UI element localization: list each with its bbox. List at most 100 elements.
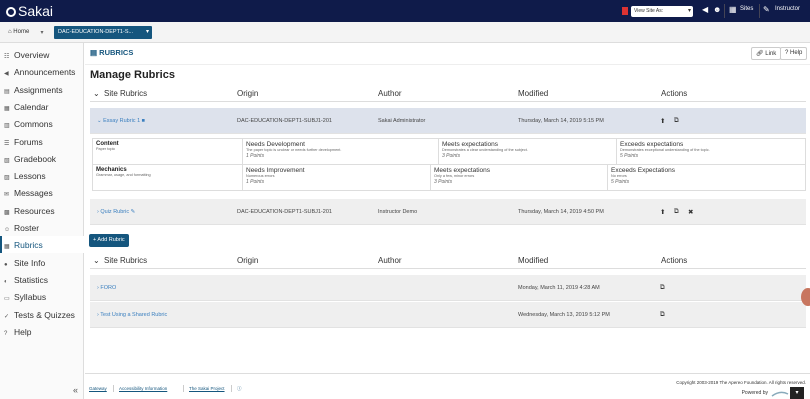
copy-icon[interactable]: ⧉ bbox=[674, 117, 679, 125]
delete-icon[interactable]: ✖ bbox=[688, 208, 693, 216]
sidebar-item-resources[interactable]: ▩ Resources bbox=[0, 202, 84, 219]
col-name: Site Rubrics bbox=[104, 89, 148, 98]
site-rubrics-header: ⌄ Site Rubrics Origin Author Modified Ac… bbox=[90, 86, 806, 102]
sidebar-item-overview[interactable]: ☷ Overview bbox=[0, 46, 84, 63]
sidebar-item-label: Tests & Quizzes bbox=[14, 309, 75, 320]
sidebar-item-commons[interactable]: ▥ Commons bbox=[0, 115, 84, 132]
sidebar-item-assignments[interactable]: ▤ Assignments bbox=[0, 81, 84, 98]
notifications-icon[interactable]: ☻ bbox=[713, 5, 721, 14]
criterion-row: Content Paper topic Needs Development The … bbox=[92, 138, 806, 165]
sidebar-item-label: Lessons bbox=[14, 171, 46, 182]
sidebar-item-label: Syllabus bbox=[14, 292, 47, 303]
add-rubric-button[interactable]: + Add Rubric bbox=[89, 234, 129, 247]
sidebar-item-label: Resources bbox=[14, 205, 55, 216]
sites-button[interactable]: Sites bbox=[740, 6, 753, 12]
syllabus-icon: ▭ bbox=[4, 296, 10, 303]
gradebook-icon: ▧ bbox=[4, 157, 10, 164]
scroll-top-icon[interactable]: ▾ bbox=[790, 387, 804, 399]
rubric-row[interactable]: › Quiz Rubric ✎ DAC-EDUCATION-DEPT1-SUBJ… bbox=[90, 199, 806, 225]
shared-rubrics-header: ⌄ Site Rubrics Origin Author Modified Ac… bbox=[90, 253, 806, 269]
rating-title: Needs Development bbox=[246, 141, 305, 148]
home-button[interactable]: ⌂ Home bbox=[4, 26, 33, 39]
link-button[interactable]: 🔗︎ Link bbox=[751, 47, 782, 60]
copy-icon[interactable]: ⧉ bbox=[660, 284, 665, 292]
sidebar-item-roster[interactable]: ☺ Roster bbox=[0, 219, 84, 236]
edit-icon[interactable]: ✎ bbox=[129, 209, 136, 215]
sidebar-item-site-info[interactable]: ● Site Info bbox=[0, 254, 84, 271]
rubric-toggle[interactable]: › Test Using a Shared Rubric bbox=[97, 312, 167, 318]
divider bbox=[724, 4, 725, 18]
rubric-toggle[interactable]: ⌄ Essay Rubric 1 ■ bbox=[97, 118, 145, 124]
sidebar-item-statistics[interactable]: ◐ Statistics bbox=[0, 271, 84, 288]
resources-icon: ▩ bbox=[4, 209, 10, 216]
rating-points: 5 Points bbox=[620, 153, 639, 159]
rating-cell: Exceeds Expectations No errors 5 Points bbox=[608, 165, 807, 190]
chevron-down-icon[interactable]: ⌄ bbox=[93, 89, 100, 98]
footer-link-sakai-project[interactable]: The Sakai Project bbox=[189, 386, 225, 391]
sidebar-item-help[interactable]: ? Help bbox=[0, 323, 84, 340]
sidebar-item-messages[interactable]: ✉ Messages bbox=[0, 184, 84, 201]
help-button[interactable]: ? Help bbox=[780, 47, 808, 60]
forums-icon: ☰ bbox=[4, 140, 10, 147]
floating-chat-button[interactable] bbox=[801, 288, 810, 306]
sidebar-item-calendar[interactable]: ▦ Calendar bbox=[0, 98, 84, 115]
copy-icon[interactable]: ⧉ bbox=[660, 311, 665, 319]
tests-icon: ✓ bbox=[4, 313, 10, 320]
chevron-down-icon[interactable]: ⌄ bbox=[93, 256, 100, 265]
footer-link-gateway[interactable]: Gateway bbox=[89, 386, 107, 391]
sidebar-item-lessons[interactable]: ▨ Lessons bbox=[0, 167, 84, 184]
sites-grid-icon[interactable]: ▦ bbox=[729, 5, 737, 14]
link-icon: 🔗︎ bbox=[756, 51, 766, 57]
rubric-origin: DAC-EDUCATION-DEPT1-SUBJ1-201 bbox=[237, 118, 332, 124]
rubric-toggle[interactable]: › FORO bbox=[97, 285, 116, 291]
rubric-row[interactable]: ⌄ Essay Rubric 1 ■ DAC-EDUCATION-DEPT1-S… bbox=[90, 108, 806, 134]
sidebar-item-label: Assignments bbox=[14, 84, 63, 95]
shared-rubric-row[interactable]: › Test Using a Shared Rubric Wednesday, … bbox=[90, 302, 806, 328]
rating-title: Needs Improvement bbox=[246, 167, 305, 174]
rubric-toggle[interactable]: › Quiz Rubric ✎ bbox=[97, 209, 135, 215]
info-icon[interactable]: ⓘ bbox=[237, 386, 242, 392]
site-navigation-bar: ⌂ Home ▾ DAC-EDUCATION-DEPT1-S... bbox=[0, 22, 810, 43]
copy-icon[interactable]: ⧉ bbox=[674, 208, 679, 216]
sidebar-item-forums[interactable]: ☰ Forums bbox=[0, 133, 84, 150]
footer: Gateway Accessibility Information The Sa… bbox=[85, 373, 810, 399]
sidebar-item-label: Commons bbox=[14, 119, 53, 130]
bullhorn-icon[interactable]: ◀ bbox=[702, 5, 708, 14]
rubric-name: Essay Rubric 1 bbox=[103, 118, 141, 124]
messages-icon: ✉ bbox=[4, 192, 10, 199]
current-site-tab[interactable]: DAC-EDUCATION-DEPT1-S... bbox=[54, 26, 152, 39]
collapse-sidebar-button[interactable]: « bbox=[73, 385, 78, 395]
rubrics-icon: ▦ bbox=[4, 244, 10, 251]
sidebar-item-rubrics[interactable]: ▦ Rubrics bbox=[0, 236, 84, 254]
sidebar-item-tests-quizzes[interactable]: ✓ Tests & Quizzes bbox=[0, 306, 84, 323]
rating-points: 3 Points bbox=[442, 153, 461, 159]
share-icon[interactable]: ⬆ bbox=[660, 208, 665, 216]
rating-title: Meets expectations bbox=[442, 141, 499, 148]
criterion-row: Mechanics Grammar, usage, and formatting … bbox=[92, 164, 806, 191]
rating-points: 5 Points bbox=[611, 179, 630, 185]
criterion-desc: Grammar, usage, and formatting bbox=[96, 173, 151, 177]
view-site-as-select[interactable]: View Site As: bbox=[631, 6, 693, 17]
user-menu-button[interactable]: Instructor bbox=[775, 6, 800, 12]
col-actions: Actions bbox=[661, 256, 688, 265]
rating-cell: Needs Improvement Numerous errors 1 Points bbox=[243, 165, 431, 190]
rubric-author: Instructor Demo bbox=[378, 209, 418, 215]
lessons-icon: ▨ bbox=[4, 175, 10, 182]
sidebar-item-gradebook[interactable]: ▧ Gradebook bbox=[0, 150, 84, 167]
share-icon[interactable]: ⬆ bbox=[660, 117, 665, 125]
col-origin: Origin bbox=[237, 89, 259, 98]
rubric-modified: Wednesday, March 13, 2019 5:12 PM bbox=[518, 312, 610, 318]
rating-cell: Meets expectations Demonstrates a clear u… bbox=[439, 139, 617, 164]
chevron-down-icon[interactable]: ▾ bbox=[36, 26, 48, 39]
shared-rubric-row[interactable]: › FORO Monday, March 11, 2019 4:28 AM ⧉ bbox=[90, 275, 806, 301]
sidebar-item-announcements[interactable]: ◀ Announcements bbox=[0, 63, 84, 80]
divider bbox=[759, 4, 760, 18]
sidebar-item-label: Messages bbox=[14, 188, 53, 199]
divider bbox=[85, 64, 810, 65]
site-tab-label: DAC-EDUCATION-DEPT1-S... bbox=[58, 29, 134, 35]
rubric-author: Sakai Administrator bbox=[378, 118, 426, 124]
sidebar-item-syllabus[interactable]: ▭ Syllabus bbox=[0, 288, 84, 305]
user-avatar-icon[interactable]: ✎ bbox=[763, 5, 770, 14]
sakai-logo[interactable]: Sakai bbox=[6, 3, 53, 19]
footer-link-accessibility[interactable]: Accessibility Information bbox=[119, 386, 167, 391]
